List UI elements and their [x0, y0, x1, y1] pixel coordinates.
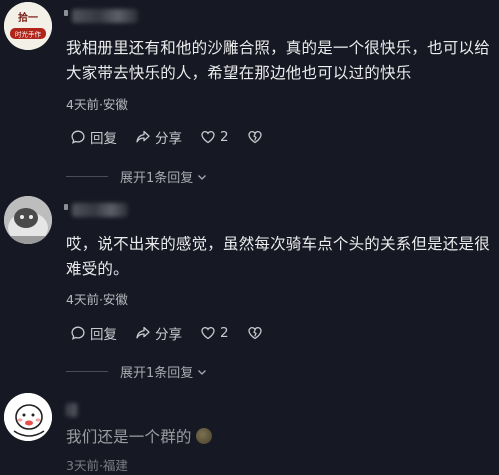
broken-heart-icon	[247, 326, 262, 340]
comment-text-content: 我们还是一个群的	[66, 428, 192, 446]
comment-item: 我们还是一个群的 3天前·福建	[0, 385, 499, 475]
broken-heart-icon	[247, 130, 262, 144]
reply-icon	[71, 130, 85, 144]
chevron-down-icon	[198, 369, 207, 375]
comment-meta: 3天前·福建	[66, 458, 128, 473]
avatar[interactable]	[4, 196, 52, 244]
cartoon-avatar-icon	[4, 393, 52, 441]
dislike-button[interactable]	[247, 129, 267, 145]
expand-replies-label: 展开1条回复	[120, 366, 194, 381]
reply-icon	[71, 326, 85, 340]
share-button[interactable]: 分享	[135, 127, 182, 147]
svg-text:拾一: 拾一	[18, 11, 38, 24]
comment-meta: 4天前·安徽	[66, 97, 128, 112]
chevron-down-icon	[198, 174, 207, 180]
comment-text: 我们还是一个群的	[66, 425, 491, 450]
reply-button[interactable]: 回复	[70, 127, 117, 147]
share-icon	[136, 130, 150, 143]
shop-logo-icon: 拾一 时光手作	[4, 2, 52, 50]
comment-meta: 4天前·安徽	[66, 292, 128, 307]
share-icon	[136, 326, 150, 339]
avatar[interactable]	[4, 393, 52, 441]
comment-item: 拾一 时光手作 我相册里还有和他的沙雕合照，真的是一个很快乐，也可以给大家带去快…	[0, 0, 499, 190]
like-count: 2	[220, 325, 229, 341]
reply-label: 回复	[90, 327, 117, 343]
reply-button[interactable]: 回复	[70, 323, 117, 343]
username[interactable]	[72, 9, 138, 23]
comment-actions: 回复 分享 2	[70, 323, 285, 343]
dislike-button[interactable]	[247, 325, 267, 341]
comment-text: 哎，说不出来的感觉，虽然每次骑车点个头的关系但是还是很难受的。	[66, 235, 490, 278]
like-button[interactable]: 2	[200, 325, 229, 341]
expand-replies-button[interactable]: 展开1条回复	[66, 362, 208, 381]
share-button[interactable]: 分享	[135, 323, 182, 343]
like-button[interactable]: 2	[200, 129, 229, 145]
heart-icon	[201, 326, 215, 340]
username[interactable]	[72, 203, 128, 217]
divider	[66, 176, 108, 177]
svg-text:时光手作: 时光手作	[15, 30, 42, 39]
divider	[66, 371, 108, 372]
share-label: 分享	[155, 327, 182, 343]
heart-icon	[201, 130, 215, 144]
comment-item: 哎，说不出来的感觉，虽然每次骑车点个头的关系但是还是很难受的。 4天前·安徽 回…	[0, 190, 499, 385]
reply-label: 回复	[90, 131, 117, 147]
comment-actions: 回复 分享 2	[70, 127, 285, 147]
emoji-icon	[195, 428, 212, 444]
expand-replies-button[interactable]: 展开1条回复	[66, 167, 208, 186]
like-count: 2	[220, 129, 229, 145]
share-label: 分享	[155, 131, 182, 147]
comment-text: 我相册里还有和他的沙雕合照，真的是一个很快乐，也可以给大家带去快乐的人，希望在那…	[66, 39, 490, 82]
avatar[interactable]: 拾一 时光手作	[4, 2, 52, 50]
expand-replies-label: 展开1条回复	[120, 171, 194, 186]
cat-avatar-icon	[4, 196, 52, 244]
username[interactable]	[66, 403, 78, 417]
